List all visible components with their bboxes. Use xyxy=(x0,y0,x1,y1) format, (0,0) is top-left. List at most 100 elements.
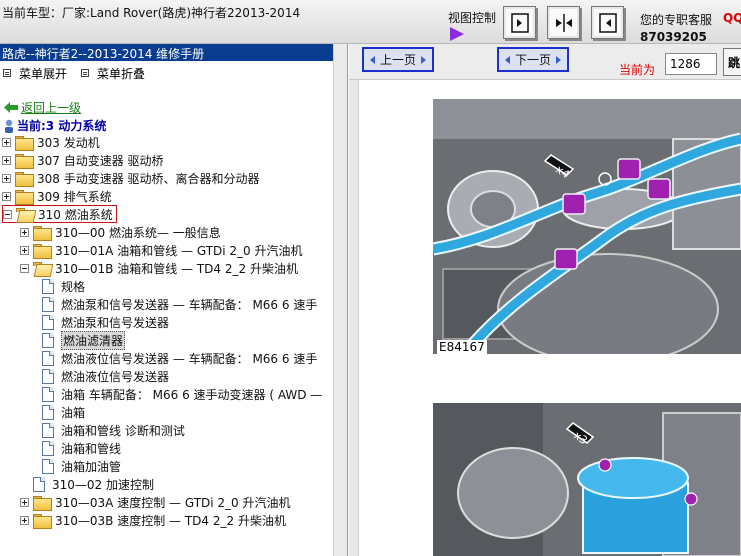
tree-item[interactable]: 规格 xyxy=(42,277,85,295)
tree-item[interactable]: 308 手动变速器 驱动桥、离合器和分动器 xyxy=(2,169,260,187)
document-icon xyxy=(42,404,54,420)
document-icon xyxy=(42,368,54,384)
document-icon xyxy=(42,314,54,330)
tree-item[interactable]: 油箱和管线 xyxy=(42,439,121,457)
jump-button[interactable]: 跳 xyxy=(723,48,741,76)
expand-icon[interactable] xyxy=(20,515,29,525)
page-viewer: 上一页 下一页 当前为 跳 xyxy=(349,44,741,556)
document-icon xyxy=(42,350,54,366)
current-section-label: 当前:3 动力系统 xyxy=(17,119,107,133)
tree-item-label: 油箱和管线 xyxy=(61,441,122,456)
tree-item-label: 310—03A 速度控制 — GTDi 2_0 升汽油机 xyxy=(55,495,291,510)
tree-item-label: 303 发动机 xyxy=(37,135,100,150)
next-page-label: 下一页 xyxy=(514,53,551,67)
tree-item-label: 310—03B 速度控制 — TD4 2_2 升柴油机 xyxy=(55,513,286,528)
fuel-filter-illustration: x4 E84167 xyxy=(433,99,741,354)
vehicle-title: 当前车型：厂家:Land Rover(路虎)神行者22013-2014 xyxy=(2,6,301,20)
tree-scrollbar[interactable] xyxy=(333,44,347,556)
tree-item-label: 310—01A 油箱和管线 — GTDi 2_0 升汽油机 xyxy=(55,243,303,258)
fuel-filter-drawing: x4 xyxy=(433,99,741,354)
support-label: 您的专职客服 xyxy=(640,13,713,27)
tree-item[interactable]: 309 排气系统 xyxy=(2,187,112,205)
tree-item-label: 油箱加油管 xyxy=(61,459,122,474)
next-page-button[interactable]: 下一页 xyxy=(497,47,569,72)
document-icon xyxy=(33,476,45,492)
chevron-right-icon xyxy=(421,55,426,64)
tree-item-label: 油箱 车辆配备： M66 6 速手动变速器 ( AWD — xyxy=(61,387,323,402)
menu-icon xyxy=(81,69,90,77)
tree-item[interactable]: 310—02 加速控制 xyxy=(20,475,154,493)
folder-icon xyxy=(33,513,52,529)
support-phone: 87039205 xyxy=(640,30,707,44)
collapse-menu-label[interactable]: 菜单折叠 xyxy=(97,65,145,82)
folder-icon xyxy=(15,189,34,205)
expand-icon[interactable] xyxy=(2,155,11,165)
tree-item[interactable]: 油箱 车辆配备： M66 6 速手动变速器 ( AWD — xyxy=(42,385,322,403)
previous-page-button[interactable]: 上一页 xyxy=(362,47,434,72)
tree-item[interactable]: 燃油泵和信号发送器 xyxy=(42,313,169,331)
document-icon xyxy=(42,278,54,294)
folder-icon xyxy=(15,135,34,151)
single-page-view-icon xyxy=(511,13,529,33)
tree-item[interactable]: 310—03B 速度控制 — TD4 2_2 升柴油机 xyxy=(20,511,286,529)
tree-item[interactable]: 燃油泵和信号发送器 — 车辆配备： M66 6 速手 xyxy=(42,295,317,313)
folder-icon xyxy=(33,225,52,241)
menu-icon xyxy=(3,69,11,77)
tree-item[interactable]: 310—00 燃油系统— 一般信息 xyxy=(20,223,221,241)
expand-icon[interactable] xyxy=(2,137,11,147)
folder-open-icon xyxy=(16,207,33,221)
tree-item[interactable]: 油箱 xyxy=(42,403,85,421)
manual-tree-panel: 路虎--神行者2--2013-2014 维修手册 菜单展开 菜单折叠 返回上一级… xyxy=(0,44,348,556)
person-icon xyxy=(5,119,13,133)
chevron-right-icon xyxy=(556,55,561,64)
folder-icon xyxy=(33,495,52,511)
tree-item-label: 燃油泵和信号发送器 — 车辆配备： M66 6 速手 xyxy=(61,297,318,312)
tree-item[interactable]: 307 自动变速器 驱动桥 xyxy=(2,151,164,169)
tree-item[interactable]: 303 发动机 xyxy=(2,133,100,151)
exit-view-button[interactable] xyxy=(591,6,624,39)
tree-item[interactable]: 燃油滤清器 xyxy=(42,330,126,350)
tree-item[interactable]: 油箱和管线 诊断和测试 xyxy=(42,421,185,439)
tree-item-label: 规格 xyxy=(61,279,86,294)
fuel-filter-housing-drawing: x3 xyxy=(433,403,741,556)
page-number-input[interactable] xyxy=(665,53,717,75)
collapse-icon[interactable] xyxy=(20,263,29,273)
tree-item-label: 燃油液位信号发送器 — 车辆配备： M66 6 速手 xyxy=(61,351,318,366)
folder-open-icon xyxy=(33,261,50,275)
two-page-view-button[interactable] xyxy=(547,6,580,39)
fuel-filter-housing-illustration: x3 xyxy=(433,403,741,556)
tree-item[interactable]: 310 燃油系统 xyxy=(2,205,117,223)
tree-item[interactable]: 310—01B 油箱和管线 — TD4 2_2 升柴油机 xyxy=(20,259,298,277)
tree-item[interactable]: 310—03A 速度控制 — GTDi 2_0 升汽油机 xyxy=(20,493,291,511)
tree-item[interactable]: 燃油液位信号发送器 xyxy=(42,367,169,385)
expand-icon[interactable] xyxy=(20,497,29,507)
current-page-label: 当前为 xyxy=(619,63,656,77)
previous-page-label: 上一页 xyxy=(379,53,416,67)
back-link[interactable]: 返回上一级 xyxy=(4,99,81,115)
collapse-icon[interactable] xyxy=(3,209,12,219)
document-icon xyxy=(42,296,54,312)
expand-icon[interactable] xyxy=(20,227,29,237)
tree-item[interactable]: 燃油液位信号发送器 — 车辆配备： M66 6 速手 xyxy=(42,349,317,367)
expand-icon[interactable] xyxy=(20,245,29,255)
folder-icon xyxy=(15,153,34,169)
document-icon xyxy=(42,386,54,402)
tree-item-label: 油箱和管线 诊断和测试 xyxy=(61,423,185,438)
expand-icon[interactable] xyxy=(2,173,11,183)
expand-menu-button[interactable]: 菜单展开 菜单折叠 xyxy=(0,65,145,81)
tree-item[interactable]: 310—01A 油箱和管线 — GTDi 2_0 升汽油机 xyxy=(20,241,303,259)
expand-menu-label: 菜单展开 xyxy=(19,66,68,81)
expand-icon[interactable] xyxy=(2,191,11,201)
current-section: 当前:3 动力系统 xyxy=(4,117,106,134)
support-qq-link[interactable]: QQ xyxy=(723,11,741,25)
viewer-scrollbar[interactable] xyxy=(349,80,359,556)
tree-item[interactable]: 油箱加油管 xyxy=(42,457,121,475)
two-page-view-icon xyxy=(556,14,572,32)
tree-item-label: 309 排气系统 xyxy=(37,189,112,204)
tree-item-label: 燃油泵和信号发送器 xyxy=(61,315,170,330)
back-link-label: 返回上一级 xyxy=(21,100,82,115)
tree-item-label: 油箱 xyxy=(61,405,86,420)
folder-icon xyxy=(15,171,34,187)
single-page-view-button[interactable] xyxy=(503,6,536,39)
page-nav-bar: 上一页 下一页 当前为 跳 xyxy=(349,44,741,80)
